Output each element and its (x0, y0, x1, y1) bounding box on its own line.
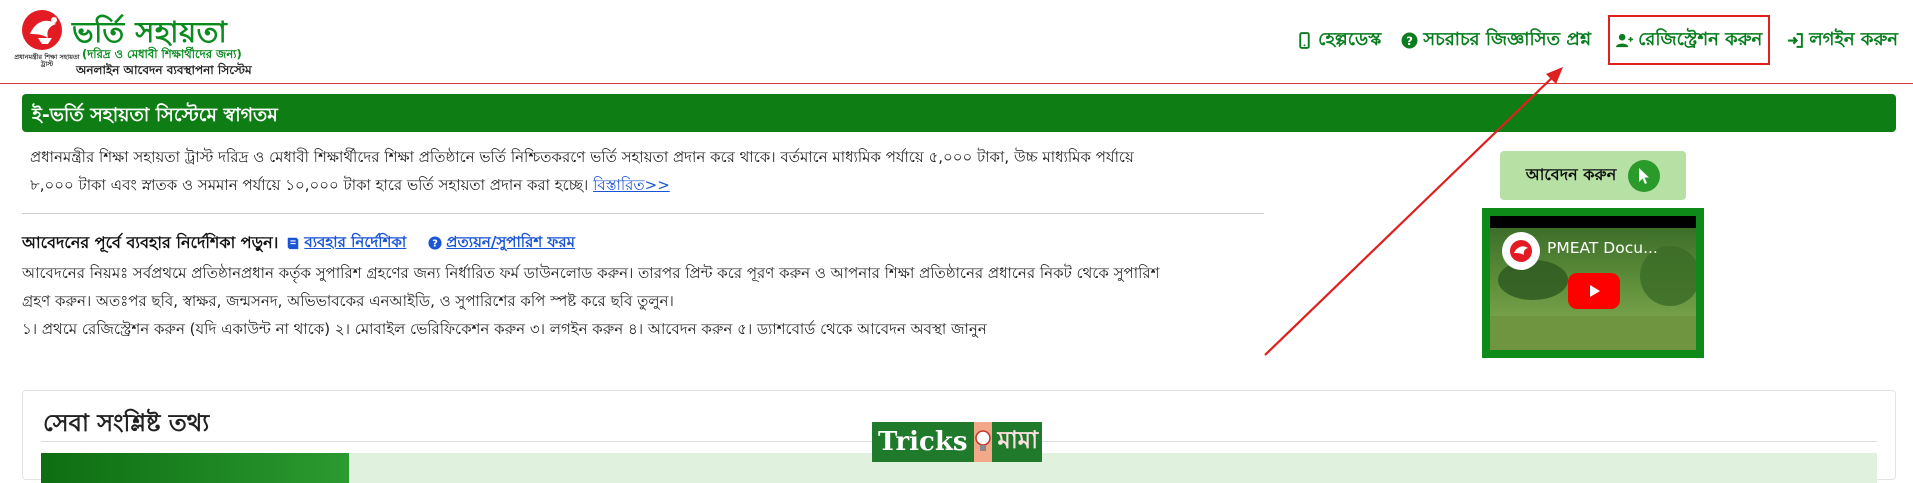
top-nav: হেল্পডেস্ক ? সচরাচর জিজ্ঞাসিত প্রশ্ন রেজ… (1279, 15, 1901, 65)
section-divider (22, 213, 1264, 214)
nav-login[interactable]: লগইন করুন (1784, 24, 1901, 56)
guide-header: আবেদনের পূর্বে ব্যবহার নির্দেশিকা পড়ুন।… (22, 229, 1272, 257)
question-circle-icon: ? (428, 236, 442, 250)
nav-helpdesk[interactable]: হেল্পডেস্ক (1293, 24, 1384, 56)
service-info-title: সেবা সংশ্লিষ্ট তথ্য (43, 409, 210, 437)
guide-section: আবেদনের পূর্বে ব্যবহার নির্দেশিকা পড়ুন।… (22, 229, 1272, 343)
user-plus-icon (1616, 33, 1634, 47)
nav-faq-label: সচরাচর জিজ্ঞাসিত প্রশ্ন (1423, 28, 1592, 50)
trust-emblem-icon (22, 10, 62, 50)
nav-faq[interactable]: ? সচরাচর জিজ্ঞাসিত প্রশ্ন (1398, 24, 1594, 56)
recommendation-form-label: প্রত্যয়ন/সুপারিশ ফরম (446, 232, 575, 251)
video-thumbnail-ground (1490, 316, 1696, 350)
book-icon (288, 237, 299, 250)
lightbulb-icon (973, 422, 992, 462)
steps-line: ১। প্রথমে রেজিস্ট্রেশন করুন (যদি একাউন্ট… (22, 320, 987, 338)
mobile-phone-icon (1299, 31, 1310, 49)
svg-text:?: ? (1406, 33, 1413, 47)
apply-button-label: আবেদন করুন (1525, 165, 1617, 184)
video-title: PMEAT Docu... (1547, 239, 1658, 257)
welcome-banner: ই-ভর্তি সহায়তা সিস্টেমে স্বাগতম (22, 94, 1896, 132)
apply-button[interactable]: আবেদন করুন (1500, 151, 1686, 200)
nav-register[interactable]: রেজিস্ট্রেশন করুন (1608, 15, 1771, 65)
intro-text: প্রধানমন্ত্রীর শিক্ষা সহায়তা ট্রাস্ট দর… (30, 143, 1270, 199)
rules-line-2: গ্রহণ করুন। অতঃপর ছবি, স্বাক্ষর, জন্মসনদ… (22, 292, 674, 310)
play-icon[interactable] (1568, 273, 1620, 309)
trust-emblem-icon (1510, 240, 1532, 262)
watermark-text-right: মামা (991, 422, 1042, 462)
watermark-text-left: Tricks (872, 422, 974, 462)
watermark-logo: Tricks মামা (872, 420, 1042, 464)
site-logo[interactable]: প্রধানমন্ত্রীর শিক্ষা সহায়তা ট্রাস্ট ভর… (14, 8, 254, 78)
cursor-pointer-icon (1628, 159, 1661, 192)
user-manual-link[interactable]: ব্যবহার নির্দেশিকা (286, 231, 406, 256)
logo-caption: প্রধানমন্ত্রীর শিক্ষা সহায়তা ট্রাস্ট (14, 53, 80, 68)
brand-tagline: অনলাইন আবেদন ব্যবস্থাপনা সিস্টেম (76, 63, 252, 77)
question-circle-icon: ? (1401, 32, 1418, 48)
nav-register-label: রেজিস্ট্রেশন করুন (1638, 28, 1763, 50)
svg-text:?: ? (432, 239, 438, 250)
channel-avatar[interactable] (1502, 232, 1540, 270)
site-header: প্রধানমন্ত্রীর শিক্ষা সহায়তা ট্রাস্ট ভর… (0, 0, 1913, 84)
recommendation-form-link[interactable]: ? প্রত্যয়ন/সুপারিশ ফরম (428, 231, 575, 256)
intro-line-2: ৮,০০০ টাকা এবং স্নাতক ও সমমান পর্যায়ে ১… (30, 171, 1270, 199)
nav-login-label: লগইন করুন (1809, 28, 1898, 50)
rules-line-1: আবেদনের নিয়মঃ সর্বপ্রথমে প্রতিষ্ঠানপ্রধ… (22, 264, 1160, 282)
guide-body: আবেদনের নিয়মঃ সর্বপ্রথমে প্রতিষ্ঠানপ্রধ… (22, 259, 1272, 343)
nav-helpdesk-label: হেল্পডেস্ক (1318, 28, 1382, 50)
details-link[interactable]: বিস্তারিত>> (593, 176, 670, 194)
intro-line-1: প্রধানমন্ত্রীর শিক্ষা সহায়তা ট্রাস্ট দর… (30, 148, 1134, 166)
user-manual-label: ব্যবহার নির্দেশিকা (304, 232, 407, 251)
sign-in-icon (1788, 32, 1804, 48)
guide-lead: আবেদনের পূর্বে ব্যবহার নির্দেশিকা পড়ুন। (22, 232, 279, 252)
intro-line-2-text: ৮,০০০ টাকা এবং স্নাতক ও সমমান পর্যায়ে ১… (30, 176, 589, 194)
video-player[interactable]: PMEAT Docu... (1482, 208, 1704, 358)
service-tab-active[interactable] (41, 453, 349, 483)
